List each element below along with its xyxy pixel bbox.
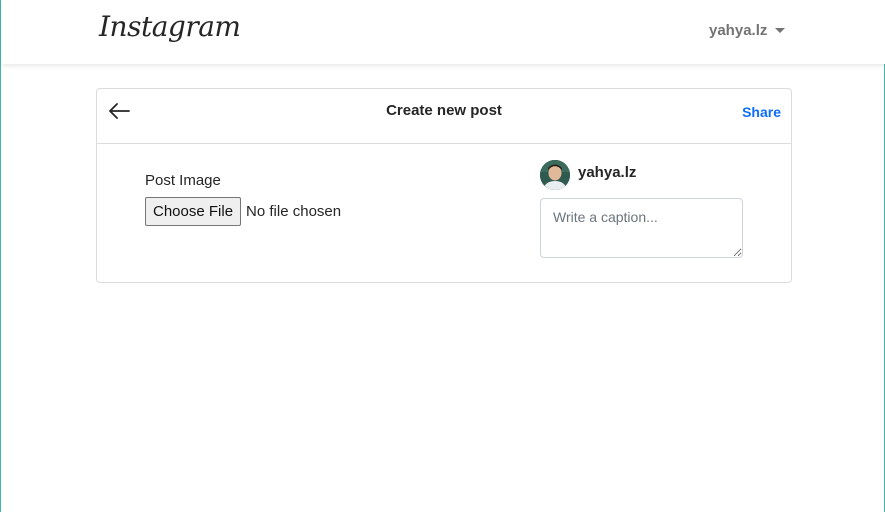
post-image-label: Post Image	[145, 172, 221, 189]
navbar-username: yahya.lz	[709, 22, 768, 39]
user-dropdown-toggle[interactable]: yahya.lz	[709, 22, 786, 39]
file-input[interactable]: Choose File No file chosen	[145, 197, 341, 226]
page-frame: Instagram yahya.lz Create new post Share…	[0, 0, 885, 512]
user-avatar	[540, 160, 570, 190]
file-status-text: No file chosen	[246, 203, 342, 220]
author-username: yahya.lz	[578, 163, 637, 181]
card-header: Create new post Share	[97, 89, 791, 144]
choose-file-button[interactable]: Choose File	[145, 197, 242, 226]
caret-down-icon	[775, 28, 786, 33]
instagram-logo[interactable]: Instagram	[99, 10, 241, 43]
top-navbar: Instagram yahya.lz	[2, 0, 885, 64]
share-button[interactable]: Share	[742, 104, 781, 120]
post-author: yahya.lz	[540, 160, 636, 190]
create-post-card: Create new post Share Post Image Choose …	[96, 88, 792, 283]
card-title: Create new post	[386, 102, 502, 119]
caption-textarea[interactable]	[540, 198, 743, 258]
